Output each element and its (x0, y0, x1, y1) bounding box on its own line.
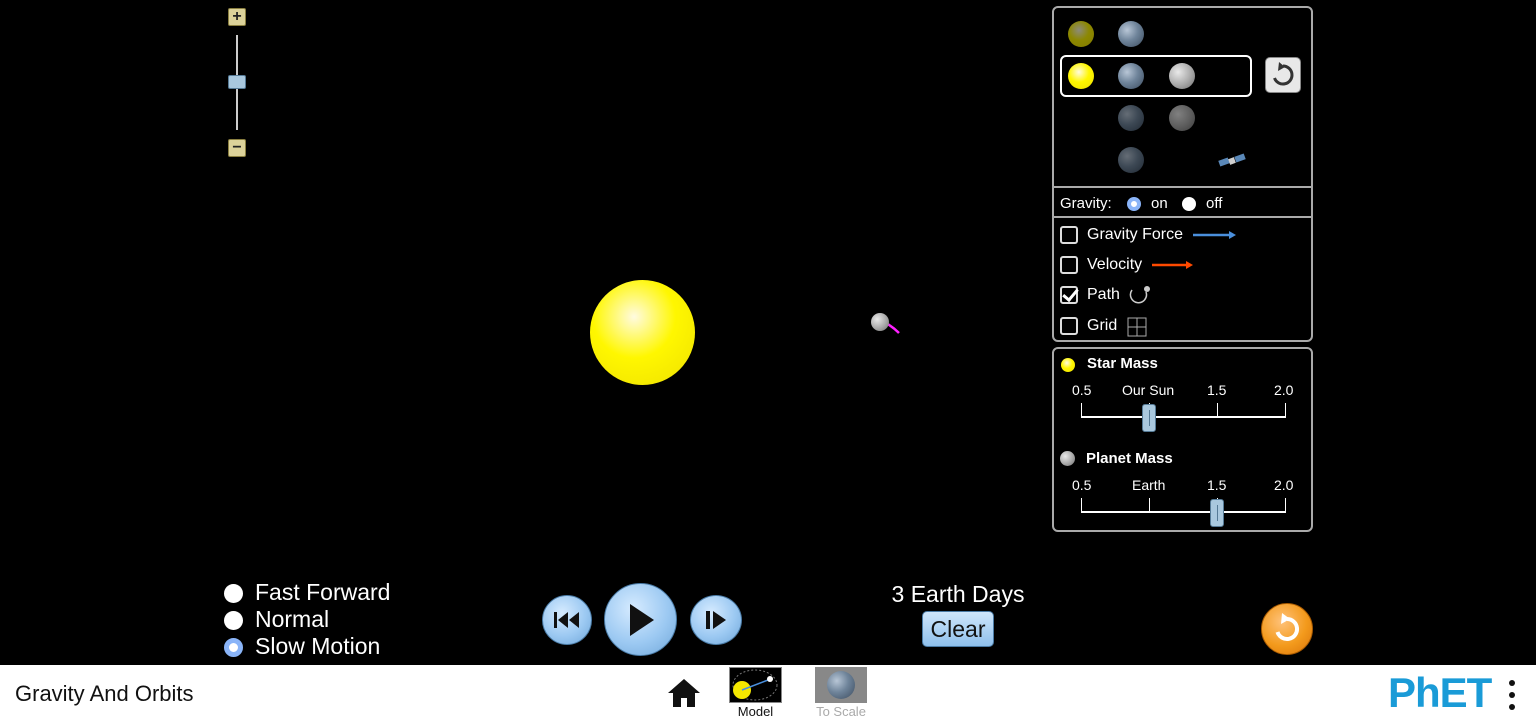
fast-forward-label[interactable]: Fast Forward (255, 579, 390, 606)
play-icon (629, 603, 654, 636)
planet-tick-0: 0.5 (1072, 477, 1092, 493)
gravity-on-radio[interactable] (1127, 197, 1141, 211)
reset-system-button[interactable] (1265, 57, 1301, 93)
star-mass-thumb[interactable] (1142, 404, 1156, 432)
star-tick-2: 1.5 (1207, 382, 1227, 398)
tick-mark (1217, 403, 1218, 417)
planet-tick-1: Earth (1132, 477, 1166, 493)
zoom-in-button[interactable]: + (228, 8, 246, 26)
play-button[interactable] (604, 583, 677, 656)
velocity-label[interactable]: Velocity (1087, 256, 1142, 274)
menu-kebab-icon[interactable] (1508, 680, 1516, 712)
gravity-off-radio[interactable] (1182, 197, 1196, 211)
orbit-icon (732, 669, 778, 701)
planet-mass-thumb[interactable] (1210, 499, 1224, 527)
grid-icon (1127, 317, 1147, 337)
star-tick-0: 0.5 (1072, 382, 1092, 398)
moon-option-icon[interactable] (1169, 105, 1195, 131)
minus-icon: − (232, 139, 242, 156)
star-mass-track[interactable] (1081, 416, 1286, 418)
gravity-label: Gravity: (1060, 195, 1112, 212)
rewind-icon (554, 612, 579, 628)
reset-arrow-icon (1273, 62, 1294, 86)
planet-mass-icon (1060, 451, 1075, 466)
planet-tick-2: 1.5 (1207, 477, 1227, 493)
screen-model-label[interactable]: Model (729, 704, 782, 719)
divider (1054, 216, 1311, 218)
fast-forward-radio[interactable] (224, 584, 243, 603)
clear-button[interactable]: Clear (922, 611, 994, 647)
reset-all-icon (1275, 613, 1300, 641)
plus-icon: + (232, 8, 242, 25)
divider (1054, 186, 1311, 188)
zoom-out-button[interactable]: − (228, 139, 246, 157)
gravity-force-label[interactable]: Gravity Force (1087, 226, 1183, 244)
sim-title: Gravity And Orbits (15, 681, 194, 706)
grid-label[interactable]: Grid (1087, 317, 1117, 335)
normal-radio[interactable] (224, 611, 243, 630)
planet-mass-track[interactable] (1081, 511, 1286, 513)
screen-to-scale-label[interactable]: To Scale (808, 704, 874, 719)
earth-option-icon[interactable] (1118, 21, 1144, 47)
phet-logo-text: PhET (1388, 669, 1492, 716)
tick-mark (1285, 403, 1286, 417)
path-checkbox[interactable] (1060, 286, 1078, 304)
planet-tick-3: 2.0 (1274, 477, 1294, 493)
sun-body[interactable] (590, 280, 695, 385)
mass-panel: Star Mass 0.5 Our Sun 1.5 2.0 Planet Mas… (1052, 347, 1313, 532)
slow-motion-label[interactable]: Slow Motion (255, 633, 380, 660)
gravity-force-checkbox[interactable] (1060, 226, 1078, 244)
gravity-on-label[interactable]: on (1151, 195, 1168, 212)
navigation-bar: Gravity And Orbits Model To Scale PhET (0, 665, 1536, 722)
zoom-control: + − (228, 8, 246, 158)
reset-all-button[interactable] (1261, 603, 1313, 655)
zoom-slider-thumb[interactable] (228, 75, 246, 89)
screen-model-icon[interactable] (729, 667, 782, 703)
slow-motion-radio[interactable] (224, 638, 243, 657)
gravity-off-label[interactable]: off (1206, 195, 1222, 212)
earth-icon (827, 671, 855, 699)
phet-logo[interactable]: PhET (1388, 669, 1500, 717)
time-readout: 3 Earth Days (891, 581, 1025, 607)
home-icon[interactable] (666, 677, 702, 709)
sun-option-icon[interactable] (1068, 21, 1094, 47)
satellite-option-icon[interactable] (1217, 151, 1249, 171)
earth-option-icon[interactable] (1118, 147, 1144, 173)
earth-option-icon (1118, 63, 1144, 89)
grid-checkbox[interactable] (1060, 317, 1078, 335)
velocity-checkbox[interactable] (1060, 256, 1078, 274)
star-mass-title: Star Mass (1087, 355, 1158, 372)
screen-to-scale-icon[interactable] (815, 667, 867, 703)
sun-option-icon (1068, 63, 1094, 89)
planet-body[interactable] (871, 313, 889, 331)
gravity-force-arrow-icon (1193, 231, 1236, 239)
step-forward-icon (706, 611, 726, 629)
star-tick-1: Our Sun (1122, 382, 1175, 398)
tick-mark (1081, 403, 1082, 417)
planet-mass-title: Planet Mass (1086, 450, 1173, 467)
tick-mark (1081, 498, 1082, 512)
tick-mark (1285, 498, 1286, 512)
star-tick-3: 2.0 (1274, 382, 1294, 398)
rewind-button[interactable] (542, 595, 592, 645)
path-icon (1129, 286, 1150, 304)
body-selector-panel: Gravity: on off Gravity Force Velocity P… (1052, 6, 1313, 342)
path-label[interactable]: Path (1087, 286, 1120, 304)
velocity-arrow-icon (1152, 261, 1193, 269)
tick-mark (1149, 498, 1150, 512)
speed-controls: Fast Forward Normal Slow Motion (224, 578, 414, 662)
normal-label[interactable]: Normal (255, 606, 329, 633)
earth-option-icon[interactable] (1118, 105, 1144, 131)
star-mass-icon (1061, 358, 1075, 372)
step-forward-button[interactable] (690, 595, 742, 645)
moon-option-icon (1169, 63, 1195, 89)
